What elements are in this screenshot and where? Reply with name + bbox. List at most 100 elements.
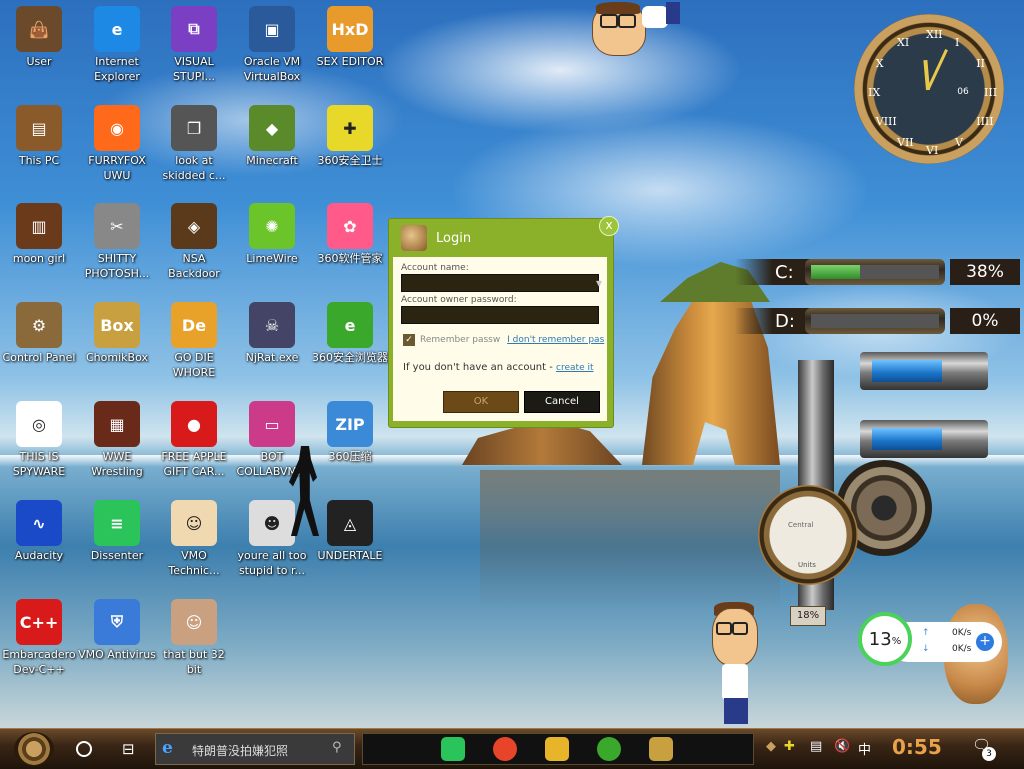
taskbar-app-chomikbox-icon[interactable] (649, 737, 673, 761)
desktop-icon-label: VMO Technic... (168, 549, 220, 577)
desktop-icon-label: Oracle VM VirtualBox (243, 55, 301, 83)
forgot-password-link[interactable]: I don't remember pas (507, 335, 604, 345)
taskbar-clock[interactable]: 0:55 (892, 735, 942, 759)
cancel-button[interactable]: Cancel (524, 391, 600, 413)
desktop-icon[interactable]: e 360安全浏览器 (311, 298, 389, 394)
desktop-icon[interactable]: ☠ NjRat.exe (233, 298, 311, 394)
download-arrow-icon: ↓ (922, 644, 930, 654)
ime-indicator[interactable]: 中 (858, 739, 871, 758)
desktop-icon[interactable]: ZIP 360压缩 (311, 397, 389, 493)
app-icon: ☠ (249, 302, 295, 348)
desktop-icon-label: FREE APPLE GIFT CAR... (161, 450, 227, 478)
upload-speed: 0K/s (952, 628, 972, 638)
clock-gadget[interactable]: XII I II III IIII V VI VII VIII IX X XI 06 (848, 8, 1010, 164)
app-icon: ▥ (16, 203, 62, 249)
desktop-icon[interactable]: ≡ Dissenter (78, 496, 156, 592)
drive-cap (735, 259, 810, 285)
app-icon: ✿ (327, 203, 373, 249)
network-usage-circle[interactable]: 13% (858, 612, 912, 666)
desktop-icon[interactable]: C++ Embarcadero Dev-C++ (0, 595, 78, 691)
search-icon[interactable]: ⚲ (332, 740, 342, 755)
app-icon: ☻ (249, 500, 295, 546)
network-tray-icon[interactable]: ▤ (810, 739, 822, 754)
desktop-icon[interactable]: ▦ WWE Wrestling (78, 397, 156, 493)
clock-numeral: VI (926, 144, 939, 157)
clock-numeral: VIII (875, 115, 897, 128)
drive-percent: 38% (950, 259, 1020, 285)
start-button[interactable] (14, 732, 54, 766)
desktop-icon[interactable]: ◉ FURRYFOX UWU (78, 101, 156, 197)
network-usage-unit: % (891, 635, 902, 647)
clock-numeral: XII (926, 28, 943, 41)
app-icon: De (171, 302, 217, 348)
taskbar-app-dissenter-icon[interactable] (441, 737, 465, 761)
app-icon: ◎ (16, 401, 62, 447)
pinned-apps (362, 733, 754, 765)
chevron-down-icon[interactable]: ▼ (596, 279, 602, 288)
taskbar-app-file-explorer-icon[interactable] (545, 737, 569, 761)
desktop-icon-label: This PC (18, 154, 60, 167)
desktop-icon[interactable]: ⧉ VISUAL STUPI... (155, 2, 233, 98)
desktop-icon[interactable]: ☺ that but 32 bit (155, 595, 233, 691)
desktop-icon[interactable]: De GO DIE WHORE (155, 298, 233, 394)
desktop-icon[interactable]: ◆ Minecraft (233, 101, 311, 197)
desktop-icon[interactable]: ☺ VMO Technic... (155, 496, 233, 592)
taskbar-app-360-browser-icon[interactable] (597, 737, 621, 761)
account-name-label: Account name: (401, 263, 469, 273)
desktop-icon-label: ChomikBox (86, 351, 148, 364)
drive-cap (735, 308, 810, 334)
drive-gauge[interactable]: D: 0% (735, 305, 1020, 337)
desktop-icon[interactable]: ● FREE APPLE GIFT CAR... (155, 397, 233, 493)
network-boost-button[interactable]: + (976, 633, 994, 651)
login-titlebar[interactable]: Login (389, 219, 613, 255)
app-icon: ✂ (94, 203, 140, 249)
account-name-dropdown[interactable]: ▼ (401, 274, 602, 292)
app-icon: ▤ (16, 105, 62, 151)
desktop-icon[interactable]: ✺ LimeWire (233, 199, 311, 295)
drive-track (811, 265, 939, 279)
close-icon[interactable]: x (599, 216, 619, 236)
app-icon: e (327, 302, 373, 348)
desktop-icon[interactable]: e Internet Explorer (78, 2, 156, 98)
drive-letter: C: (775, 262, 794, 283)
cortana-icon[interactable] (76, 741, 92, 757)
remember-password-checkbox[interactable]: ✓ (403, 334, 415, 346)
drive-gauge[interactable]: C: 38% (735, 256, 1020, 288)
task-view-icon[interactable]: ⊟ (122, 740, 135, 758)
chomikbox-logo-icon (401, 225, 427, 251)
desktop-icon[interactable]: ❐ look at skidded c... (155, 101, 233, 197)
desktop-icon[interactable]: 👜 User (0, 2, 78, 98)
desktop-icon[interactable]: ◈ NSA Backdoor (155, 199, 233, 295)
taskbar-search-box[interactable]: e 特朗普没拍嫌犯照 ⚲ (155, 733, 355, 765)
desktop-icon-label: Dissenter (90, 549, 144, 562)
desktop-icon-label: Audacity (14, 549, 64, 562)
network-usage-value: 13 (868, 628, 892, 650)
desktop-icon[interactable]: ◬ UNDERTALE (311, 496, 389, 592)
desktop-icon[interactable]: ▥ moon girl (0, 199, 78, 295)
desktop-icon[interactable]: ⚙ Control Panel (0, 298, 78, 394)
desktop-icon[interactable]: ∿ Audacity (0, 496, 78, 592)
desktop-icon-label: 360软件管家 (317, 252, 383, 265)
desktop-icon[interactable]: ⛨ VMO Antivirus (78, 595, 156, 691)
pipe-water-2 (872, 428, 942, 450)
desktop-icon[interactable]: ✿ 360软件管家 (311, 199, 389, 295)
desktop-icon-label: SEX EDITOR (316, 55, 384, 68)
app-icon: ✚ (327, 105, 373, 151)
desktop-icon[interactable]: HxD SEX EDITOR (311, 2, 389, 98)
network-speed-widget[interactable]: ↑ 0K/s ↓ 0K/s + 13% (858, 612, 1004, 672)
volume-muted-icon[interactable]: 🔇 (834, 739, 850, 754)
create-account-link[interactable]: create it (556, 363, 593, 373)
desktop-icon[interactable]: Box ChomikBox (78, 298, 156, 394)
desktop-icon[interactable]: ✂ SHITTY PHOTOSH... (78, 199, 156, 295)
desktop-icon[interactable]: ▭ BOT COLLABVM... (233, 397, 311, 493)
app-icon: ∿ (16, 500, 62, 546)
tray-360-icon[interactable]: ✚ (784, 739, 795, 754)
taskbar-app-chrome-icon[interactable] (493, 737, 517, 761)
desktop-icon[interactable]: ✚ 360安全卫士 (311, 101, 389, 197)
desktop-icon[interactable]: ◎ THIS IS SPYWARE (0, 397, 78, 493)
password-field[interactable] (401, 306, 599, 324)
desktop-icon[interactable]: ▤ This PC (0, 101, 78, 197)
ok-button[interactable]: OK (443, 391, 519, 413)
desktop-icon[interactable]: ▣ Oracle VM VirtualBox (233, 2, 311, 98)
no-account-message: If you don't have an account - create it (403, 362, 594, 373)
